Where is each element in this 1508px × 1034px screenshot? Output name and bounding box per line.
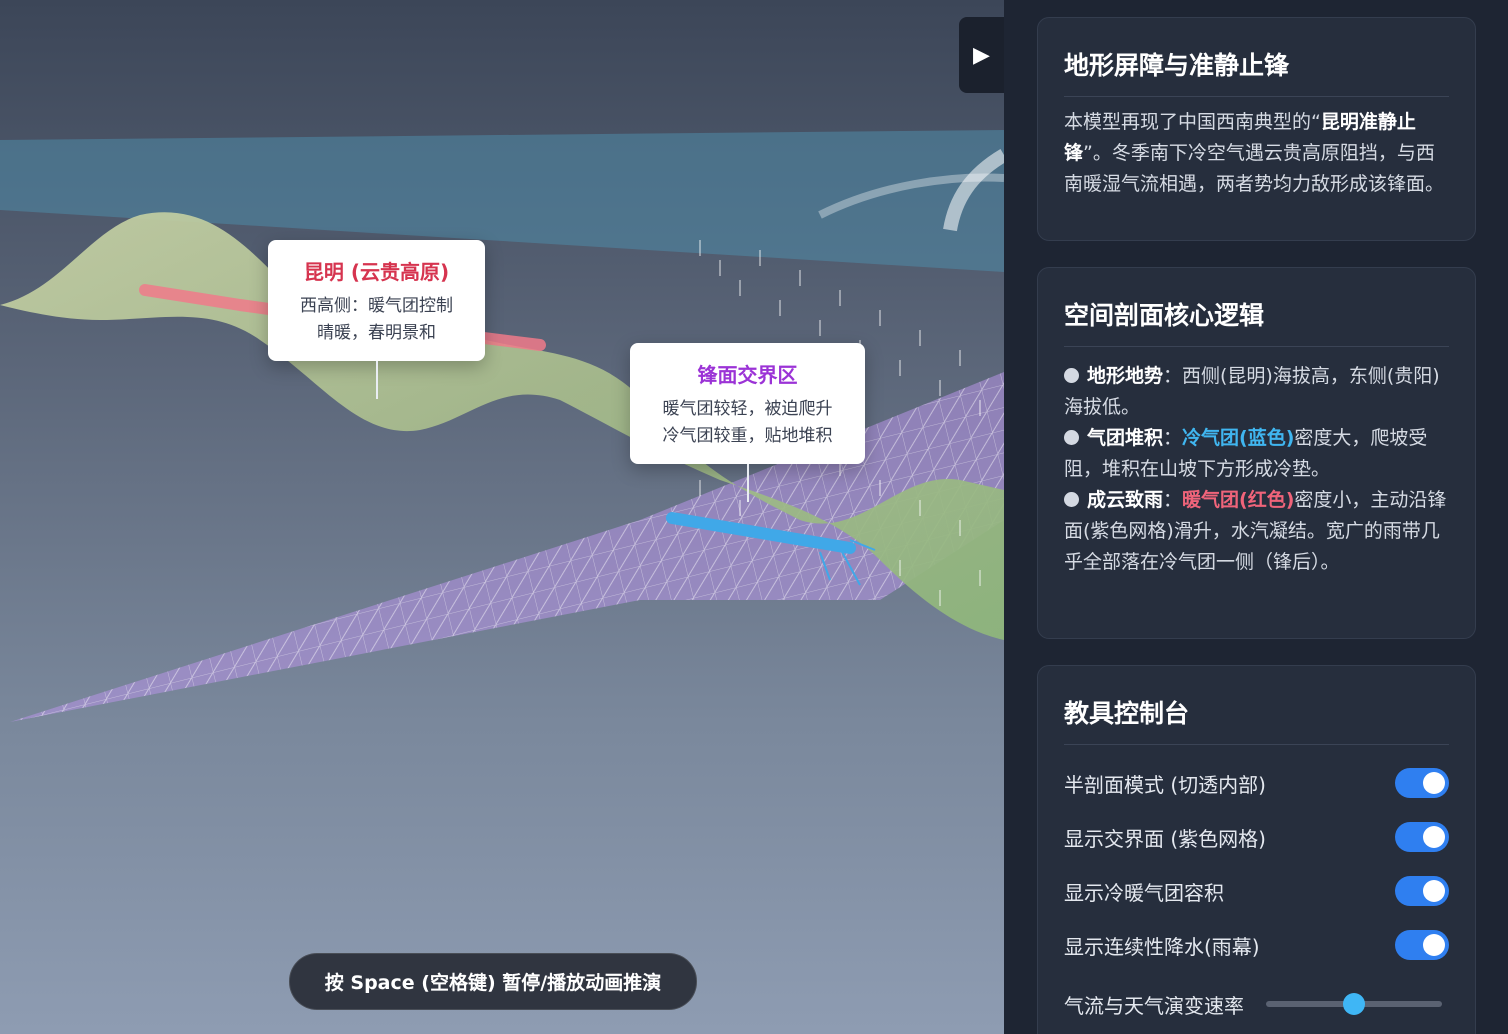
front-model-illustration [0, 130, 1004, 722]
toggle-row-half-section: 半剖面模式 (切透内部) [1064, 756, 1449, 810]
kunming-label-line2: 晴暖，春明景和 [317, 323, 436, 343]
slider-thumb[interactable] [1343, 993, 1365, 1015]
airmass-volume-switch[interactable] [1395, 876, 1449, 906]
kunming-label-title: 昆明 (云贵高原) [303, 260, 450, 284]
toggle-label: 显示交界面 (紫色网格) [1064, 826, 1266, 851]
bullet-dot-icon [1064, 430, 1079, 445]
logic-item-terrain: 地形地势：西侧(昆明)海拔高，东侧(贵阳)海拔低。 [1064, 365, 1440, 418]
toggle-row-front-surface: 显示交界面 (紫色网格) [1064, 810, 1449, 864]
front-zone-label-line1: 暖气团较轻，被迫爬升 [662, 399, 833, 419]
card-terrain-front: 地形屏障与准静止锋 本模型再现了中国西南典型的“昆明准静止锋”。冬季南下冷空气遇… [1037, 17, 1476, 241]
card-terrain-front-title: 地形屏障与准静止锋 [1064, 18, 1449, 97]
card-control-console: 教具控制台 半剖面模式 (切透内部) 显示交界面 (紫色网格) 显示冷暖气团容积… [1037, 665, 1476, 1034]
toggle-row-precipitation: 显示连续性降水(雨幕) [1064, 918, 1449, 972]
front-zone-label-title: 锋面交界区 [697, 363, 798, 387]
card-profile-logic-title: 空间剖面核心逻辑 [1064, 268, 1449, 347]
kunming-label: 昆明 (云贵高原) 西高侧：暖气团控制 晴暖，春明景和 [268, 240, 485, 399]
front-zone-label: 锋面交界区 暖气团较轻，被迫爬升 冷气团较重，贴地堆积 [630, 343, 865, 502]
toggle-row-airmass-volume: 显示冷暖气团容积 [1064, 864, 1449, 918]
play-triangle-icon: ▶ [973, 42, 990, 68]
toggle-label: 半剖面模式 (切透内部) [1064, 772, 1266, 797]
speed-slider-label: 气流与天气演变速率 [1064, 993, 1244, 1018]
speed-slider-row: 气流与天气演变速率 [1064, 972, 1449, 1034]
playback-hint: 按 Space (空格键) 暂停/播放动画推演 [289, 953, 697, 1010]
info-panel: 地形屏障与准静止锋 本模型再现了中国西南典型的“昆明准静止锋”。冬季南下冷空气遇… [1004, 0, 1508, 1034]
card-profile-logic: 空间剖面核心逻辑 地形地势：西侧(昆明)海拔高，东侧(贵阳)海拔低。 气团堆积：… [1037, 267, 1476, 639]
bullet-dot-icon [1064, 368, 1079, 383]
kunming-label-line1: 西高侧：暖气团控制 [300, 296, 453, 316]
bullet-dot-icon [1064, 492, 1079, 507]
front-surface-switch[interactable] [1395, 822, 1449, 852]
speed-slider[interactable] [1266, 993, 1442, 1015]
3d-scene-viewport[interactable]: 昆明 (云贵高原) 西高侧：暖气团控制 晴暖，春明景和 锋面交界区 暖气团较轻，… [0, 0, 1004, 1034]
toggle-label: 显示连续性降水(雨幕) [1064, 934, 1260, 959]
logic-item-airmass: 气团堆积：冷气团(蓝色)密度大，爬坡受阻，堆积在山坡下方形成冷垫。 [1064, 427, 1428, 480]
kunming-label-stem [375, 361, 378, 399]
front-zone-label-stem [746, 464, 749, 502]
card-terrain-front-text: 本模型再现了中国西南典型的“昆明准静止锋”。冬季南下冷空气遇云贵高原阻挡，与西南… [1064, 111, 1445, 195]
panel-toggle-button[interactable]: ▶ [959, 17, 1004, 93]
precipitation-switch[interactable] [1395, 930, 1449, 960]
front-zone-label-line2: 冷气团较重，贴地堆积 [662, 426, 833, 446]
toggle-label: 显示冷暖气团容积 [1064, 880, 1224, 905]
logic-item-rain: 成云致雨：暖气团(红色)密度小，主动沿锋面(紫色网格)滑升，水汽凝结。宽广的雨带… [1064, 489, 1447, 573]
card-control-console-title: 教具控制台 [1064, 666, 1449, 745]
half-section-switch[interactable] [1395, 768, 1449, 798]
